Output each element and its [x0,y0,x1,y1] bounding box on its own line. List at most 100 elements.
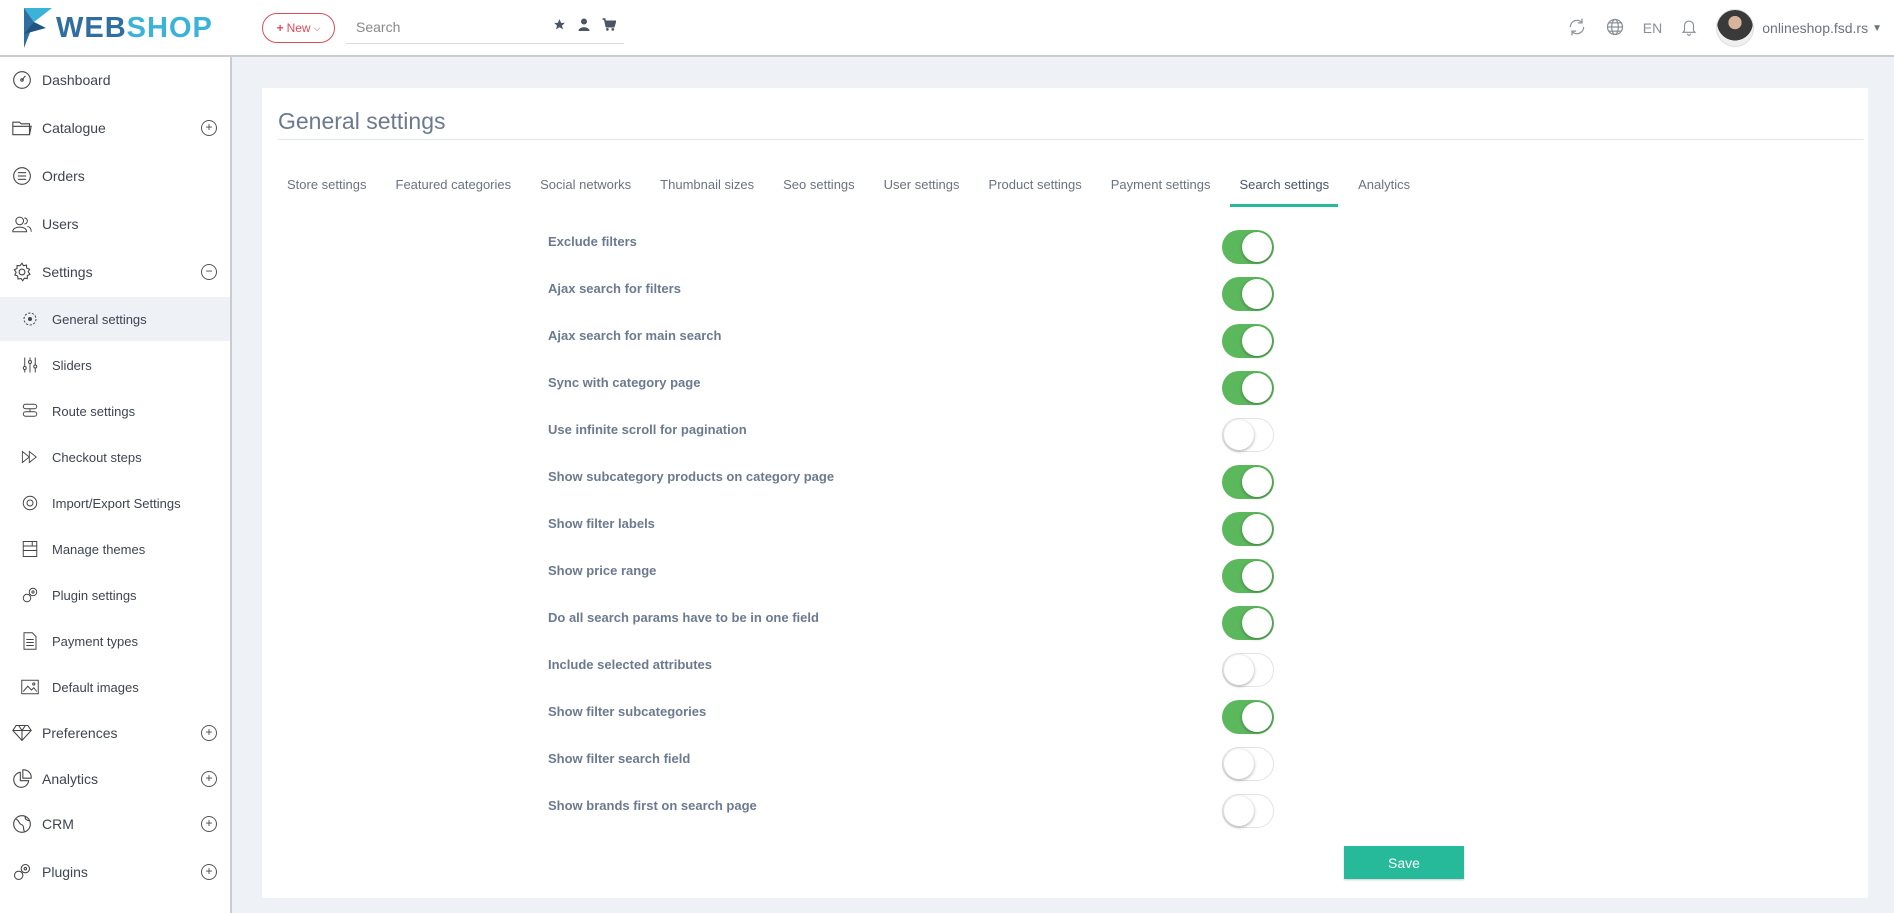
sidebar-item-catalogue[interactable]: Catalogue + [0,108,230,148]
list-icon [12,166,32,186]
setting-row: Exclude filters [548,230,1484,277]
tab-featured-categories[interactable]: Featured categories [387,175,521,207]
tab-payment-settings[interactable]: Payment settings [1102,175,1220,207]
tab-search-settings[interactable]: Search settings [1230,175,1339,207]
cart-icon[interactable] [602,18,617,34]
toggle-knob [1224,749,1254,779]
setting-row: Show brands first on search page [548,794,1484,841]
setting-label: Show brands first on search page [548,798,757,813]
sidebar-subitem-sliders[interactable]: Sliders [0,343,230,387]
toggle-knob [1242,279,1272,309]
general-settings-icon [21,310,39,328]
tab-store-settings[interactable]: Store settings [278,175,376,207]
tab-product-settings[interactable]: Product settings [980,175,1091,207]
sidebar: Dashboard Catalogue + Orders Users Setti… [0,57,232,913]
language-selector[interactable]: EN [1643,20,1662,36]
themes-icon [21,540,39,558]
price-range-toggle[interactable] [1222,559,1274,593]
toggle-knob [1242,608,1272,638]
top-bar: WEBSHOP + New ⌵ EN [0,0,1894,57]
sidebar-item-users[interactable]: Users [0,204,230,244]
search-input[interactable] [346,12,536,42]
tab-analytics[interactable]: Analytics [1349,175,1419,207]
setting-label: Show filter labels [548,516,655,531]
sidebar-subitem-payment-types[interactable]: Payment types [0,619,230,663]
toggle-knob [1224,420,1254,450]
sidebar-subitem-general-settings[interactable]: General settings [0,297,230,341]
toggle-knob [1242,467,1272,497]
user-icon[interactable] [578,18,590,34]
setting-label: Do all search params have to be in one f… [548,610,819,625]
toggle-knob [1242,561,1272,591]
setting-label: Ajax search for main search [548,328,722,343]
sidebar-subitem-import-export[interactable]: Import/Export Settings [0,481,230,525]
sidebar-item-crm[interactable]: CRM + [0,804,230,844]
sidebar-item-preferences[interactable]: Preferences + [0,713,230,753]
tab-user-settings[interactable]: User settings [875,175,969,207]
setting-row: Show subcategory products on category pa… [548,465,1484,512]
sidebar-item-orders[interactable]: Orders [0,156,230,196]
sidebar-item-settings[interactable]: Settings − [0,252,230,292]
expand-catalogue-icon[interactable]: + [201,120,217,136]
brands-first-toggle[interactable] [1222,794,1274,828]
selected-attributes-toggle[interactable] [1222,653,1274,687]
subcategory-products-toggle[interactable] [1222,465,1274,499]
exclude-filters-toggle[interactable] [1222,230,1274,264]
expand-plugins-icon[interactable]: + [201,864,217,880]
user-name-label: onlineshop.fsd.rs [1762,20,1869,36]
star-icon[interactable] [553,18,566,34]
filter-labels-toggle[interactable] [1222,512,1274,546]
settings-tabs: Store settings Featured categories Socia… [278,175,1430,207]
setting-row: Ajax search for filters [548,277,1484,324]
pie-chart-icon [12,769,32,789]
expand-crm-icon[interactable]: + [201,816,217,832]
import-export-icon [21,494,39,512]
sidebar-item-analytics[interactable]: Analytics + [0,759,230,799]
folder-icon [12,118,32,138]
search-params-one-field-toggle[interactable] [1222,606,1274,640]
sidebar-subitem-default-images[interactable]: Default images [0,665,230,709]
sidebar-item-dashboard[interactable]: Dashboard [0,60,230,100]
infinite-scroll-toggle[interactable] [1222,418,1274,452]
expand-preferences-icon[interactable]: + [201,725,217,741]
sidebar-subitem-manage-themes[interactable]: Manage themes [0,527,230,571]
sidebar-subitem-plugin-settings[interactable]: Plugin settings [0,573,230,617]
ajax-search-filters-toggle[interactable] [1222,277,1274,311]
ajax-main-search-toggle[interactable] [1222,324,1274,358]
setting-row: Show filter search field [548,747,1484,794]
main-panel: General settings Store settings Featured… [262,88,1868,898]
diamond-icon [12,723,32,743]
globe-icon[interactable] [1605,17,1625,40]
sidebar-subitem-route-settings[interactable]: Route settings [0,389,230,433]
bell-icon[interactable] [1680,17,1698,40]
avatar[interactable] [1716,9,1755,47]
toggle-knob [1242,514,1272,544]
plugins-icon [12,862,32,882]
tab-social-networks[interactable]: Social networks [531,175,640,207]
refresh-icon[interactable] [1567,17,1587,40]
toggle-knob [1224,796,1254,826]
toggle-knob [1242,702,1272,732]
user-menu[interactable]: onlineshop.fsd.rs ▼ [1762,20,1882,36]
setting-label: Show subcategory products on category pa… [548,469,835,484]
filter-subcategories-toggle[interactable] [1222,700,1274,734]
toggle-knob [1242,326,1272,356]
collapse-settings-icon[interactable]: − [201,264,217,280]
sync-category-page-toggle[interactable] [1222,371,1274,405]
setting-label: Show filter subcategories [548,704,707,719]
sidebar-item-plugins[interactable]: Plugins + [0,852,230,892]
setting-row: Include selected attributes [548,653,1484,700]
tab-seo-settings[interactable]: Seo settings [774,175,864,207]
sidebar-subitem-checkout-steps[interactable]: Checkout steps [0,435,230,479]
tab-thumbnail-sizes[interactable]: Thumbnail sizes [651,175,763,207]
new-button-label: New [286,21,311,35]
search-settings-list: Exclude filters Ajax search for filters … [548,230,1484,841]
save-button[interactable]: Save [1344,846,1464,879]
webshop-logo[interactable]: WEBSHOP [22,8,213,48]
filter-search-field-toggle[interactable] [1222,747,1274,781]
setting-row: Use infinite scroll for pagination [548,418,1484,465]
setting-row: Show filter subcategories [548,700,1484,747]
expand-analytics-icon[interactable]: + [201,771,217,787]
users-icon [12,214,32,234]
new-button[interactable]: + New ⌵ [262,13,335,43]
